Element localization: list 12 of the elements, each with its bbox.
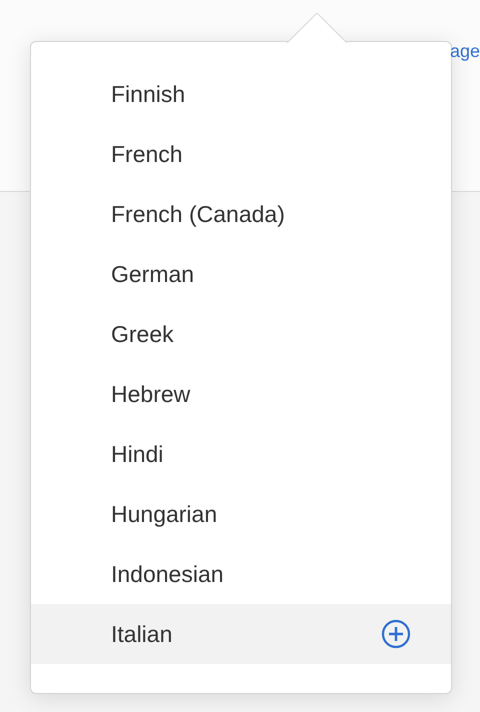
language-item[interactable]: Hindi [31, 424, 451, 484]
language-item[interactable]: German [31, 244, 451, 304]
language-item[interactable]: Italian [31, 604, 451, 664]
link[interactable]: age [450, 41, 480, 62]
language-item[interactable]: Indonesian [31, 544, 451, 604]
add-icon[interactable] [381, 619, 411, 649]
language-item[interactable]: French (Canada) [31, 184, 451, 244]
language-item[interactable]: Hungarian [31, 484, 451, 544]
language-item[interactable]: Hebrew [31, 364, 451, 424]
language-item[interactable]: French [31, 124, 451, 184]
language-item[interactable]: Finnish [31, 64, 451, 124]
language-item[interactable]: Greek [31, 304, 451, 364]
